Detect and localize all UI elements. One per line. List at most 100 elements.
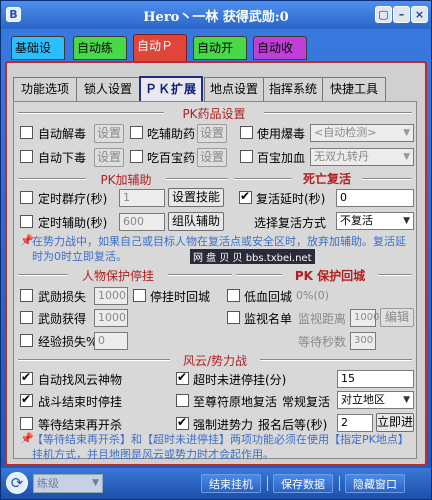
auto-unpoison-settings-button[interactable]: 设置 xyxy=(94,124,124,143)
hide-window-button[interactable]: 隐藏窗口 xyxy=(345,474,405,493)
timed-group-input[interactable]: 1 xyxy=(119,189,165,207)
refresh-icon[interactable]: ⟳ xyxy=(6,472,28,494)
wait-seconds-input[interactable]: 300 xyxy=(350,332,376,350)
weapon-loss-input[interactable]: 1000 xyxy=(94,287,128,305)
end-hangup-button[interactable]: 结束挂机 xyxy=(201,474,261,493)
exp-loss-label: 经验损失% xyxy=(38,335,98,349)
save-data-button[interactable]: 保存数据 xyxy=(273,474,333,493)
battle-end-stop-checkbox[interactable] xyxy=(20,392,33,407)
stop-return-checkbox[interactable] xyxy=(133,289,146,302)
revive-delay-input[interactable]: 0 xyxy=(336,189,414,207)
wait-seconds-label: 等待秒数 xyxy=(298,335,347,349)
subtab-pk-extension[interactable]: ＰＫ扩展 xyxy=(139,76,203,101)
use-explode-label: 使用爆毒 xyxy=(257,127,306,141)
baibao-add-checkbox[interactable] xyxy=(240,150,253,163)
weapon-gain-label: 武勋获得 xyxy=(38,312,87,326)
subtab-location-settings[interactable]: 地点设置 xyxy=(204,77,264,101)
auto-find-checkbox[interactable] xyxy=(20,370,33,385)
eat-treasure-settings-button[interactable]: 设置 xyxy=(197,148,227,167)
chevron-down-icon: ▼ xyxy=(92,478,99,488)
sub-tabs: 功能选项 锁人设置 ＰＫ扩展 地点设置 指挥系统 快捷工具 xyxy=(13,76,413,101)
monitor-checkbox[interactable] xyxy=(227,311,240,324)
eat-treasure-label: 吃百宝药 xyxy=(147,151,196,165)
normal-revive-label: 常规复活 xyxy=(282,395,331,409)
revive-delay-checkbox[interactable] xyxy=(239,189,252,204)
auto-undress-checkbox[interactable] xyxy=(20,150,33,163)
revive-method-select[interactable]: 不复活 ▼ xyxy=(336,212,414,230)
low-return-checkbox[interactable] xyxy=(227,289,240,302)
weapon-gain-checkbox[interactable] xyxy=(20,311,33,324)
low-return-label: 低血回城 xyxy=(244,290,293,304)
explode-select-value: <自动检测> xyxy=(314,126,377,139)
timeout-checkbox[interactable] xyxy=(176,370,189,385)
wait-end-open-checkbox[interactable] xyxy=(20,417,33,430)
chevron-down-icon: ▼ xyxy=(403,128,410,138)
divider xyxy=(339,476,340,491)
tab-auto-collect[interactable]: 自动收货 xyxy=(253,36,307,77)
join-now-button[interactable]: 立即进 xyxy=(376,413,414,432)
monitor-distance-label: 监视距离 xyxy=(298,312,347,326)
revive-origin-checkbox[interactable] xyxy=(176,394,189,407)
mode-select-value: 练级 xyxy=(37,477,59,490)
timeout-label: 超时未进停挂(分) xyxy=(193,373,287,387)
section-title-revive: 死亡复活 xyxy=(292,170,362,187)
pin-icon: 📌 xyxy=(20,234,34,247)
eat-aux-checkbox[interactable] xyxy=(130,126,143,139)
tab-auto-leveling[interactable]: 自动练级 xyxy=(73,36,127,77)
revive-method-label: 选择复活方式 xyxy=(254,216,327,230)
eat-aux-settings-button[interactable]: 设置 xyxy=(197,124,227,143)
section-title-protect: 人物保护停挂 xyxy=(68,267,168,284)
window-title: Hero丶一林 获得武勋:0 xyxy=(143,10,289,25)
pk-panel: 功能选项 锁人设置 ＰＫ扩展 地点设置 指挥系统 快捷工具 PK药品设置 自动解… xyxy=(5,61,427,466)
weapon-loss-checkbox[interactable] xyxy=(20,289,33,302)
subtab-lock-settings[interactable]: 锁人设置 xyxy=(76,77,140,101)
main-tabs: 基础设置 自动练级 自动ＰＫ 自动开店 自动收货 xyxy=(7,34,427,77)
edit-button[interactable]: 编辑 xyxy=(380,308,414,327)
menu-icon[interactable]: ▢ xyxy=(375,6,392,23)
force-join-label: 强制进势力 xyxy=(193,418,254,432)
force-join-checkbox[interactable] xyxy=(176,415,189,430)
baibao-add-label: 百宝加血 xyxy=(257,151,306,165)
chevron-down-icon: ▼ xyxy=(403,152,410,162)
close-button[interactable]: × xyxy=(411,6,428,23)
subtab-function-options[interactable]: 功能选项 xyxy=(13,77,77,101)
timeout-input[interactable]: 15 xyxy=(337,370,414,388)
explode-select[interactable]: <自动检测> ▼ xyxy=(310,124,414,142)
monitor-label: 监视名单 xyxy=(244,312,293,326)
watermark-text: 网 盘 贝 贝 bbs.txbei.net xyxy=(190,249,315,264)
normal-revive-value: 对立地区 xyxy=(341,393,385,406)
auto-unpoison-label: 自动解毒 xyxy=(38,127,87,141)
auto-undress-label: 自动下毒 xyxy=(38,151,87,165)
timed-assist-input[interactable]: 600 xyxy=(119,213,165,231)
subtab-command-system[interactable]: 指挥系统 xyxy=(263,77,323,101)
group-assist-button[interactable]: 组队辅助 xyxy=(168,212,224,231)
exp-loss-checkbox[interactable] xyxy=(20,334,33,347)
use-explode-checkbox[interactable] xyxy=(240,126,253,139)
tab-auto-shop[interactable]: 自动开店 xyxy=(193,36,247,77)
exp-loss-input[interactable]: 0 xyxy=(94,332,128,350)
weapon-loss-label: 武勋损失 xyxy=(38,290,87,304)
auto-unpoison-checkbox[interactable] xyxy=(20,126,33,139)
auto-undress-settings-button[interactable]: 设置 xyxy=(94,148,124,167)
timed-group-checkbox[interactable] xyxy=(20,191,33,204)
eat-treasure-checkbox[interactable] xyxy=(130,150,143,163)
timed-assist-label: 定时辅助(秒) xyxy=(38,216,108,230)
divider xyxy=(267,476,268,491)
baibao-select[interactable]: 无双九转丹 ▼ xyxy=(310,148,414,166)
tab-basic-settings[interactable]: 基础设置 xyxy=(11,36,65,77)
auto-find-label: 自动找风云神物 xyxy=(38,373,123,387)
weapon-gain-input[interactable]: 1000 xyxy=(94,309,128,327)
title-bar[interactable]: B Hero丶一林 获得武勋:0 ▢ – × xyxy=(1,1,431,29)
tab-auto-pk[interactable]: 自动ＰＫ xyxy=(133,34,187,75)
timed-group-label: 定时群疗(秒) xyxy=(38,192,108,206)
mode-select[interactable]: 练级 ▼ xyxy=(33,474,103,493)
revive-origin-label: 至尊符原地复活 xyxy=(193,395,278,409)
subtab-quick-tools[interactable]: 快捷工具 xyxy=(322,77,386,101)
normal-revive-select[interactable]: 对立地区 ▼ xyxy=(337,391,414,409)
timed-assist-checkbox[interactable] xyxy=(20,215,33,228)
signup-wait-input[interactable]: 2 xyxy=(337,414,373,432)
minimize-button[interactable]: – xyxy=(393,6,410,23)
set-skill-button[interactable]: 设置技能 xyxy=(168,188,224,207)
section-title-pk-drugs: PK药品设置 xyxy=(164,105,264,122)
monitor-distance-input[interactable]: 1000 xyxy=(350,309,379,327)
